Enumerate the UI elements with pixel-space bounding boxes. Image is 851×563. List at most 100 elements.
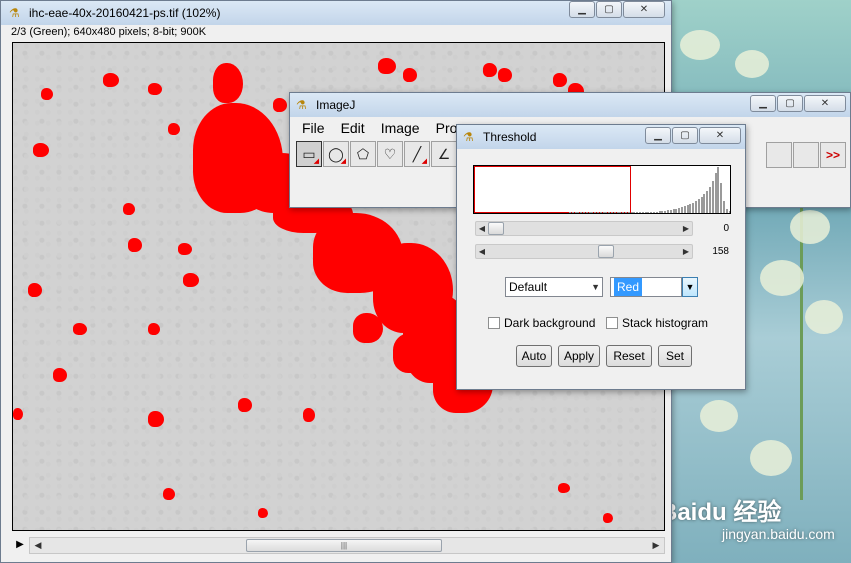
histogram-bar [599,212,602,213]
histogram-bar [605,212,608,213]
histogram-bar [664,211,667,213]
histogram-bar [583,212,585,213]
minimize-button[interactable]: ▁ [645,127,671,144]
histogram-bar [597,212,599,213]
max-threshold-slider[interactable]: ◀ ▶ [475,244,693,259]
close-button[interactable]: ✕ [804,95,846,112]
min-threshold-slider[interactable]: ◀ ▶ [475,221,693,236]
baidu-url: jingyan.baidu.com [722,526,835,542]
threshold-title: Threshold [483,130,537,144]
tool-slot-icon[interactable] [766,142,792,168]
checkbox-box[interactable] [606,317,618,329]
maximize-button[interactable]: ▢ [596,1,622,18]
auto-button[interactable]: Auto [516,345,552,367]
histogram-bars [569,166,730,213]
menu-edit[interactable]: Edit [333,117,373,139]
histogram-bar [686,205,689,213]
baidu-logo: Baidu 经验 [660,499,782,526]
histogram-bar [675,209,678,213]
more-tools-button[interactable]: >> [820,142,846,168]
histogram-bar [647,212,650,213]
imagej-window-controls: ▁ ▢ ✕ [750,95,846,112]
toolbar-right: >> [766,142,846,168]
scroll-right-icon[interactable]: ▶ [648,538,664,553]
line-tool-icon[interactable]: ╱ ◢ [404,141,430,167]
histogram-bar [683,206,686,213]
maximize-button[interactable]: ▢ [672,127,698,144]
scroll-left-icon[interactable]: ◀ [30,538,46,553]
histogram-bar [569,212,571,213]
threshold-histogram [473,165,731,214]
oval-tool-icon[interactable]: ◯ ◢ [323,141,349,167]
histogram-bar [613,212,616,213]
histogram-bar [717,167,720,213]
reset-button[interactable]: Reset [606,345,652,367]
slider-right-icon[interactable]: ▶ [680,245,692,258]
histogram-bar [602,212,605,213]
polygon-tool-icon[interactable]: ⬠ [350,141,376,167]
histogram-bar [672,209,675,213]
histogram-bar [667,210,669,213]
dark-background-checkbox[interactable]: Dark background [488,316,595,330]
chevron-down-icon: ▼ [591,282,600,292]
checkbox-box[interactable] [488,317,500,329]
minimize-button[interactable]: ▁ [569,1,595,18]
threshold-dialog: ⚗ Threshold ▁ ▢ ✕ ◀ ▶ 0 ◀ ▶ 158 Default … [456,124,746,390]
set-button[interactable]: Set [658,345,692,367]
histogram-bar [574,212,577,213]
histogram-bar [723,201,725,213]
histogram-bar [644,212,647,213]
close-button[interactable]: ✕ [623,1,665,18]
horizontal-scrollbar[interactable]: ◀ ||| ▶ [29,537,665,554]
histogram-bar [725,209,728,213]
close-button[interactable]: ✕ [699,127,741,144]
slider-left-icon[interactable]: ◀ [476,222,488,235]
method-select[interactable]: Default ▼ [505,277,603,297]
threshold-titlebar[interactable]: ⚗ Threshold ▁ ▢ ✕ [457,125,745,149]
method-select-value: Default [509,280,548,294]
max-slider-knob[interactable] [598,245,615,258]
threshold-window-controls: ▁ ▢ ✕ [645,127,741,144]
histogram-bar [697,199,700,213]
histogram-bar [611,212,613,213]
maximize-button[interactable]: ▢ [777,95,803,112]
histogram-bar [658,211,661,213]
histogram-bar [728,211,730,213]
stack-histogram-checkbox[interactable]: Stack histogram [606,316,708,330]
slider-right-icon[interactable]: ▶ [680,222,692,235]
menu-file[interactable]: File [294,117,333,139]
histogram-bar [669,210,672,213]
image-info-line: 2/3 (Green); 640x480 pixels; 8-bit; 900K [11,26,207,38]
play-icon[interactable]: ▶ [13,538,27,552]
histogram-bar [594,212,597,213]
menu-image[interactable]: Image [373,117,428,139]
histogram-bar [661,211,664,213]
histogram-bar [678,208,681,213]
apply-button[interactable]: Apply [558,345,600,367]
angle-tool-icon[interactable]: ∠ [431,141,457,167]
image-window-titlebar[interactable]: ⚗ ihc-eae-40x-20160421-ps.tif (102%) ▁ ▢… [1,1,671,25]
histogram-bar [636,212,639,213]
histogram-bar [580,212,583,213]
tool-slot-icon[interactable] [793,142,819,168]
scroll-thumb[interactable]: ||| [246,539,442,552]
display-mode-dropdown-button[interactable]: ▼ [682,277,698,297]
min-slider-knob[interactable] [488,222,504,235]
image-window-controls: ▁ ▢ ✕ [569,1,665,18]
minimize-button[interactable]: ▁ [750,95,776,112]
histogram-bar [633,212,636,213]
slider-left-icon[interactable]: ◀ [476,245,488,258]
rectangle-tool-icon[interactable]: ▭ ◢ [296,141,322,167]
stack-histogram-label: Stack histogram [622,316,709,330]
histogram-bar [619,212,622,213]
histogram-bar [653,212,655,213]
freehand-tool-icon[interactable]: ♡ [377,141,403,167]
histogram-bar [695,201,697,213]
histogram-bar [700,197,703,213]
histogram-bar [616,212,619,213]
display-mode-select[interactable]: Red [610,277,682,297]
histogram-bar [655,212,658,213]
imagej-titlebar[interactable]: ⚗ ImageJ ▁ ▢ ✕ [290,93,850,117]
histogram-bar [711,181,714,213]
histogram-bar [709,187,711,213]
